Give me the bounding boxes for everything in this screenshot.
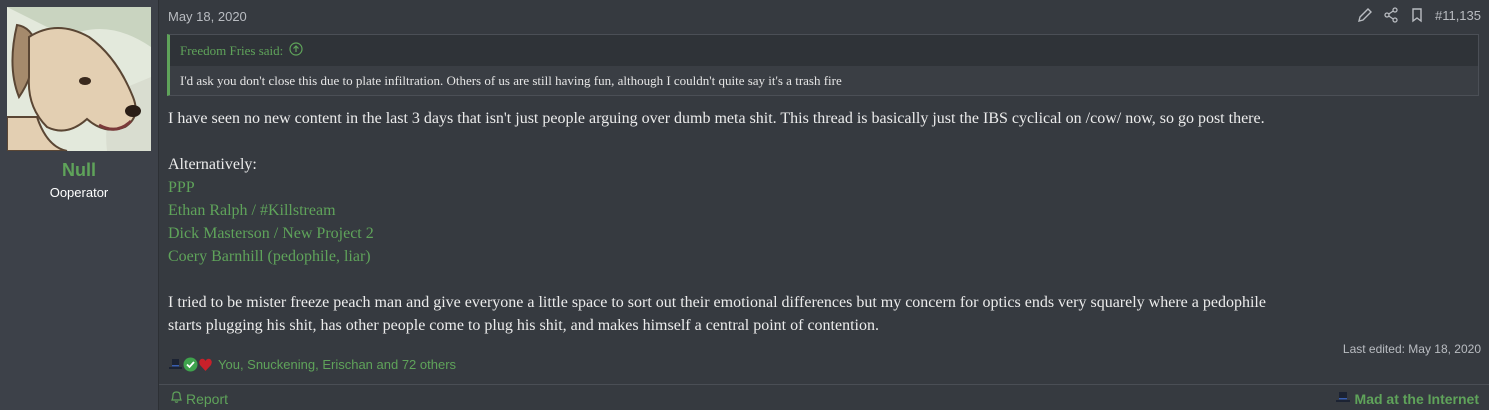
alternatively-label: Alternatively: <box>168 156 257 173</box>
user-column: Null Ooperator <box>0 0 159 410</box>
top-hat-reaction-icon <box>168 357 183 372</box>
username[interactable]: Null <box>0 160 158 181</box>
top-hat-icon <box>1335 390 1351 408</box>
link-ppp[interactable]: PPP <box>168 176 1478 199</box>
reaction-button[interactable]: Mad at the Internet <box>1335 390 1479 408</box>
link-dick-masterson[interactable]: Dick Masterson / New Project 2 <box>168 222 1478 245</box>
reactions-bar[interactable]: You, Snuckening, Erischan and 72 others <box>168 357 456 372</box>
report-button[interactable]: Report <box>170 390 228 407</box>
body-paragraph-2-line-2: starts plugging his shit, has other peop… <box>168 317 879 334</box>
reaction-button-label: Mad at the Internet <box>1354 391 1479 407</box>
bell-icon <box>170 390 183 407</box>
post-main: May 18, 2020 #11,135 Freedom Fries said:… <box>159 0 1489 410</box>
quote-text: I'd ask you don't close this due to plat… <box>180 73 842 88</box>
report-label: Report <box>186 390 229 407</box>
link-coery-barnhill[interactable]: Coery Barnhill (pedophile, liar) <box>168 245 1478 268</box>
quote-author: Freedom Fries said: <box>180 43 284 58</box>
quote-body: I'd ask you don't close this due to plat… <box>170 66 1478 95</box>
post-body: I have seen no new content in the last 3… <box>168 107 1478 337</box>
share-icon[interactable] <box>1383 7 1399 23</box>
link-ethan-ralph[interactable]: Ethan Ralph / #Killstream <box>168 199 1478 222</box>
post-date[interactable]: May 18, 2020 <box>168 9 247 24</box>
reactions-text[interactable]: You, Snuckening, Erischan and 72 others <box>218 357 456 372</box>
edit-icon[interactable] <box>1357 7 1373 23</box>
body-paragraph-1: I have seen no new content in the last 3… <box>168 110 1265 127</box>
last-edited: Last edited: May 18, 2020 <box>1342 342 1481 356</box>
checkmark-reaction-icon <box>183 357 198 372</box>
heart-shield-reaction-icon <box>198 357 213 372</box>
post-tools: #11,135 <box>1357 7 1481 23</box>
body-paragraph-2-line-1: I tried to be mister freeze peach man an… <box>168 294 1266 311</box>
user-title: Ooperator <box>49 185 109 200</box>
dog-avatar-icon[interactable] <box>7 7 151 151</box>
bookmark-icon[interactable] <box>1409 7 1425 23</box>
quote-header[interactable]: Freedom Fries said: <box>180 42 303 60</box>
footer-divider <box>159 384 1489 385</box>
quote-block: Freedom Fries said: I'd ask you don't cl… <box>167 34 1479 96</box>
post-number[interactable]: #11,135 <box>1435 8 1481 23</box>
arrow-up-circle-icon[interactable] <box>289 42 303 60</box>
